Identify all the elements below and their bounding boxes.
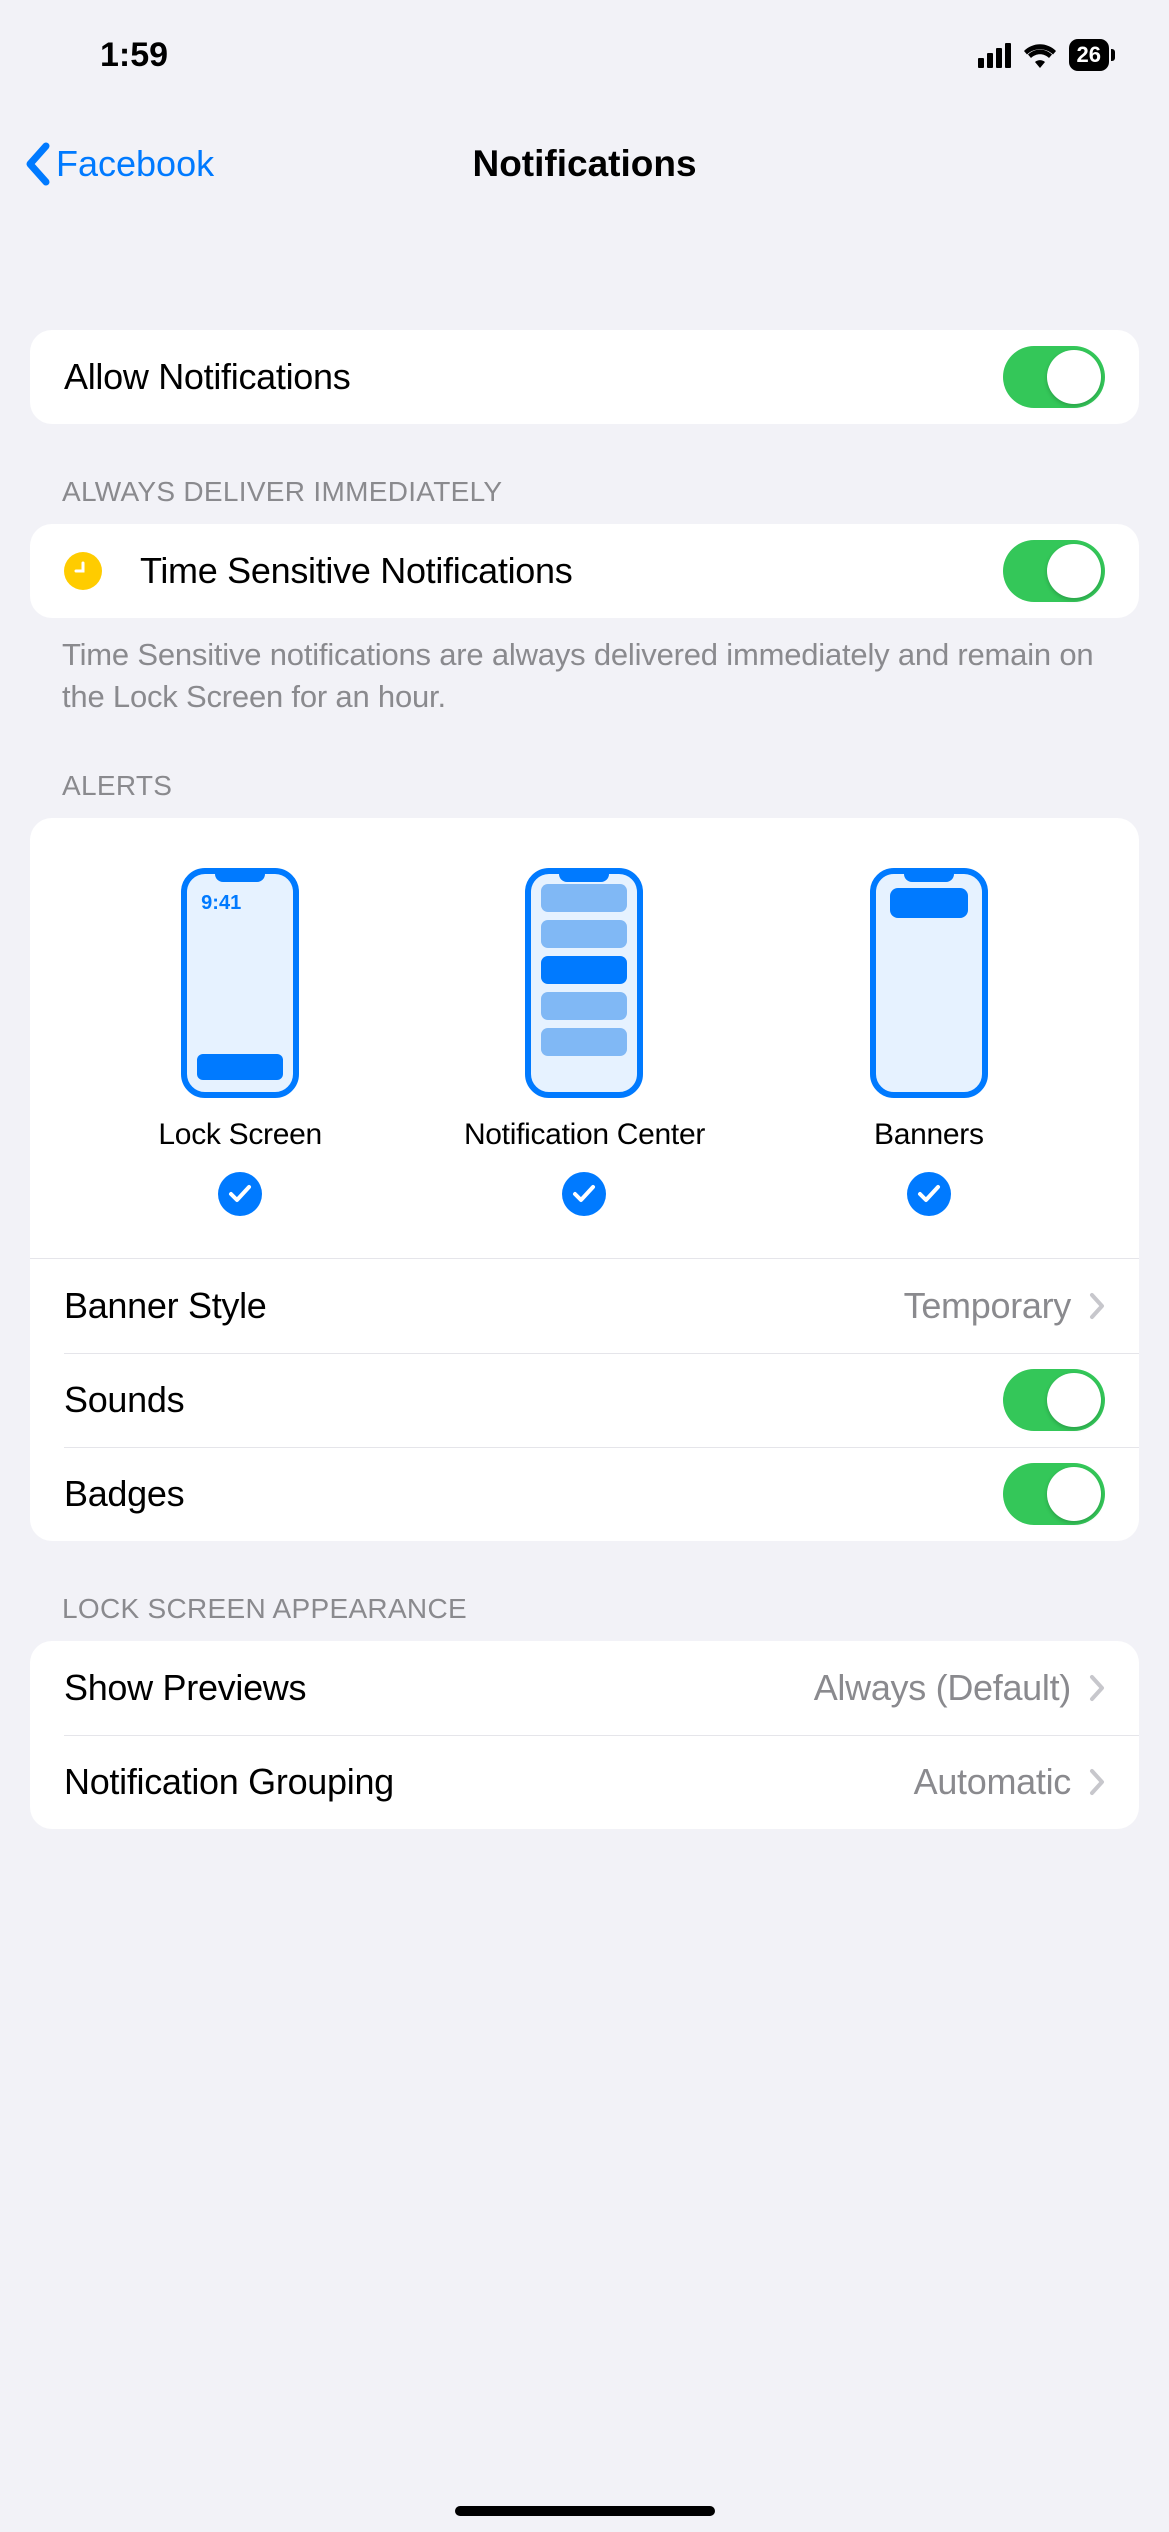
- lock-screen-preview-time: 9:41: [201, 892, 241, 915]
- allow-notifications-toggle[interactable]: [1003, 346, 1105, 408]
- lock-screen-label: Lock Screen: [158, 1118, 321, 1152]
- show-previews-row[interactable]: Show Previews Always (Default): [30, 1641, 1139, 1735]
- battery-icon: 26: [1069, 39, 1109, 71]
- notification-grouping-label: Notification Grouping: [64, 1761, 394, 1803]
- lock-screen-preview-icon: 9:41: [181, 868, 299, 1098]
- clock-icon: [64, 552, 102, 590]
- banners-label: Banners: [874, 1118, 984, 1152]
- lock-screen-check-icon: [218, 1172, 262, 1216]
- lock-screen-appearance-group: Show Previews Always (Default) Notificat…: [30, 1641, 1139, 1829]
- chevron-right-icon: [1089, 1292, 1105, 1320]
- badges-row: Badges: [30, 1447, 1139, 1541]
- banner-style-row[interactable]: Banner Style Temporary: [30, 1259, 1139, 1353]
- wifi-icon: [1023, 42, 1057, 68]
- notification-grouping-row[interactable]: Notification Grouping Automatic: [30, 1735, 1139, 1829]
- banners-option[interactable]: Banners: [757, 868, 1101, 1248]
- allow-notifications-row: Allow Notifications: [30, 330, 1139, 424]
- nav-bar: Facebook Notifications: [0, 110, 1169, 218]
- alert-style-options: 9:41 Lock Screen Notification Center: [30, 818, 1139, 1259]
- allow-notifications-label: Allow Notifications: [64, 356, 350, 398]
- chevron-left-icon: [24, 142, 52, 186]
- sounds-row: Sounds: [30, 1353, 1139, 1447]
- time-sensitive-row: Time Sensitive Notifications: [30, 524, 1139, 618]
- home-indicator[interactable]: [455, 2506, 715, 2516]
- allow-notifications-group: Allow Notifications: [30, 330, 1139, 424]
- banner-style-label: Banner Style: [64, 1285, 267, 1327]
- sounds-toggle[interactable]: [1003, 1369, 1105, 1431]
- alerts-group: 9:41 Lock Screen Notification Center: [30, 818, 1139, 1541]
- status-time: 1:59: [100, 36, 168, 75]
- always-deliver-header: ALWAYS DELIVER IMMEDIATELY: [30, 424, 1139, 524]
- page-title: Notifications: [472, 143, 696, 185]
- back-label: Facebook: [56, 143, 214, 185]
- chevron-right-icon: [1089, 1768, 1105, 1796]
- chevron-right-icon: [1089, 1674, 1105, 1702]
- status-indicators: 26: [978, 39, 1109, 71]
- banners-check-icon: [907, 1172, 951, 1216]
- alerts-header: ALERTS: [30, 718, 1139, 818]
- show-previews-label: Show Previews: [64, 1667, 306, 1709]
- badges-label: Badges: [64, 1473, 184, 1515]
- status-bar: 1:59 26: [0, 0, 1169, 110]
- lock-screen-appearance-header: LOCK SCREEN APPEARANCE: [30, 1541, 1139, 1641]
- banner-style-value: Temporary: [904, 1285, 1071, 1327]
- lock-screen-option[interactable]: 9:41 Lock Screen: [68, 868, 412, 1248]
- sounds-label: Sounds: [64, 1379, 184, 1421]
- time-sensitive-group: Time Sensitive Notifications: [30, 524, 1139, 618]
- notification-center-check-icon: [562, 1172, 606, 1216]
- notification-grouping-value: Automatic: [914, 1761, 1071, 1803]
- back-button[interactable]: Facebook: [24, 142, 214, 186]
- time-sensitive-footer: Time Sensitive notifications are always …: [30, 618, 1139, 718]
- banners-preview-icon: [870, 868, 988, 1098]
- badges-toggle[interactable]: [1003, 1463, 1105, 1525]
- show-previews-value: Always (Default): [814, 1667, 1071, 1709]
- time-sensitive-toggle[interactable]: [1003, 540, 1105, 602]
- notification-center-option[interactable]: Notification Center: [412, 868, 756, 1248]
- notification-center-label: Notification Center: [464, 1118, 705, 1152]
- time-sensitive-label: Time Sensitive Notifications: [140, 550, 572, 592]
- notification-center-preview-icon: [525, 868, 643, 1098]
- cellular-signal-icon: [978, 43, 1011, 68]
